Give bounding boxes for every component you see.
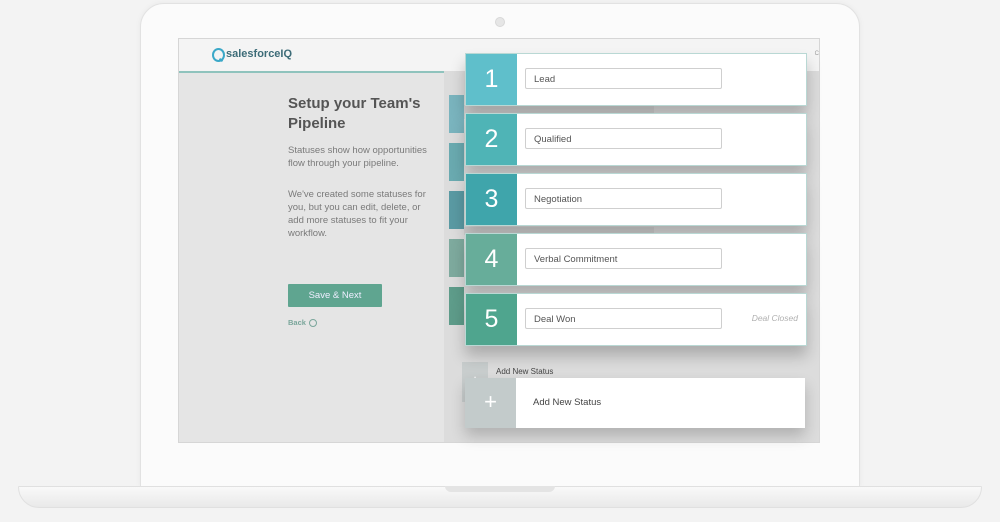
background-add-label: Add New Status (496, 367, 554, 376)
add-new-status-button[interactable]: + Add New Status (465, 378, 805, 428)
status-name-input[interactable]: Qualified (525, 128, 722, 149)
status-number[interactable]: 2 (466, 114, 517, 165)
page-title: Setup your Team's Pipeline (288, 95, 421, 132)
background-status-chip (449, 191, 464, 229)
status-note: Deal Closed (751, 313, 798, 323)
logo-text: salesforceIQ (226, 48, 293, 60)
status-name-input[interactable]: Verbal Commitment (525, 248, 722, 269)
back-link[interactable]: Back (288, 318, 317, 328)
status-number[interactable]: 5 (466, 294, 517, 345)
back-label: Back (288, 318, 306, 327)
back-arrow-icon (308, 319, 317, 328)
camera-icon (495, 17, 505, 27)
header-right-text: C (814, 51, 819, 57)
add-new-status-label: Add New Status (533, 397, 602, 408)
status-card[interactable]: 1 Lead (465, 53, 807, 106)
status-name-input[interactable]: Negotiation (525, 188, 722, 209)
status-number[interactable]: 3 (466, 174, 517, 225)
status-name-input[interactable]: Deal Won (525, 308, 722, 329)
laptop-notch (445, 486, 555, 492)
save-next-button[interactable]: Save & Next (288, 284, 382, 307)
status-number[interactable]: 1 (466, 54, 517, 105)
status-card[interactable]: 5 Deal Won Deal Closed (465, 293, 807, 346)
logo-icon (212, 48, 225, 62)
background-status-chip (449, 143, 464, 181)
plus-icon: + (465, 378, 516, 428)
status-card[interactable]: 2 Qualified (465, 113, 807, 166)
status-name-input[interactable]: Lead (525, 68, 722, 89)
background-status-chip (449, 287, 464, 325)
description-text: We've created some statuses for you, but… (288, 189, 426, 239)
background-status-chip (449, 239, 464, 277)
status-number[interactable]: 4 (466, 234, 517, 285)
status-card[interactable]: 3 Negotiation (465, 173, 807, 226)
status-card[interactable]: 4 Verbal Commitment (465, 233, 807, 286)
description-text: Statuses show how opportunities flow thr… (288, 145, 427, 169)
background-status-chip (449, 95, 464, 133)
